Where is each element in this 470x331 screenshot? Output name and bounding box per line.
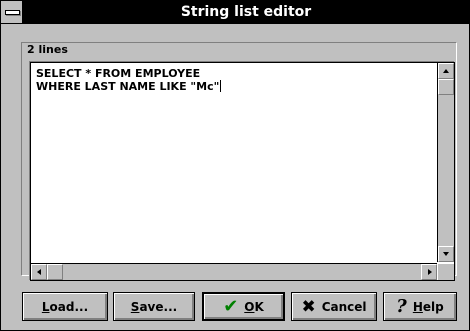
arrow-right-icon [428,269,432,275]
ok-button-label: OK [244,299,264,314]
cross-icon: ✖ [301,296,316,317]
system-menu-icon [5,10,20,15]
cancel-button[interactable]: ✖ Cancel [291,292,377,321]
horizontal-scrollbar[interactable] [31,263,437,280]
check-icon: ✔ [223,295,239,317]
help-button-label: Help [412,299,444,314]
question-mark-icon: ? [396,295,407,317]
load-button-label: Load... [41,299,89,314]
system-menu-button[interactable] [1,1,23,23]
scroll-down-button[interactable] [438,246,454,262]
help-button[interactable]: ? Help [383,292,457,321]
load-button[interactable]: Load... [22,292,108,321]
vertical-scroll-thumb[interactable] [438,79,454,95]
text-caret [220,80,222,92]
ok-button[interactable]: ✔ OK [202,292,285,321]
vertical-scrollbar[interactable] [437,63,454,262]
memo-text[interactable]: SELECT * FROM EMPLOYEE WHERE LAST NAME L… [36,67,222,93]
arrow-up-icon [443,69,449,73]
title-bar[interactable]: String list editor [1,1,469,24]
scrollbar-corner [438,264,454,280]
string-list-memo[interactable]: SELECT * FROM EMPLOYEE WHERE LAST NAME L… [30,62,455,281]
arrow-left-icon [37,269,41,275]
arrow-down-icon [443,252,449,256]
scroll-up-button[interactable] [438,63,454,79]
horizontal-scroll-thumb[interactable] [47,264,63,280]
memo-line-2: WHERE LAST NAME LIKE "Mc" [36,80,220,93]
memo-line-1: SELECT * FROM EMPLOYEE [36,67,201,80]
scroll-right-button[interactable] [421,264,437,280]
window-title: String list editor [180,4,312,20]
save-button-label: Save... [130,299,178,314]
string-list-editor-dialog: String list editor 2 lines SELECT * FROM… [0,0,470,331]
scroll-left-button[interactable] [31,264,47,280]
save-button[interactable]: Save... [113,292,195,321]
line-count-label: 2 lines [27,43,68,56]
cancel-button-label: Cancel [321,299,367,314]
